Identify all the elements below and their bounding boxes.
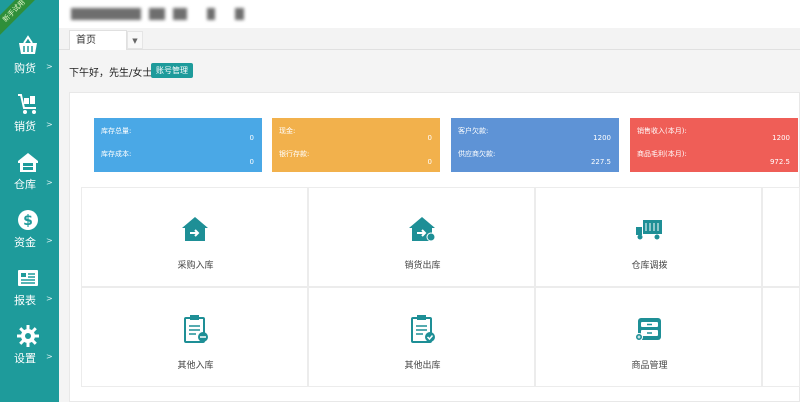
stat-value: 1200 — [772, 134, 790, 142]
cabinet-icon — [635, 318, 661, 341]
top-bar — [59, 0, 800, 28]
tile-label: 其他出库 — [404, 361, 441, 371]
stat-label: 客户欠款: — [458, 127, 489, 135]
sidebar-item-label: 资金 — [14, 236, 36, 249]
chevron-right-icon: > — [46, 352, 53, 361]
tile-product-manage[interactable]: 商品管理 — [535, 287, 762, 387]
truck-icon — [636, 220, 662, 240]
sidebar-item-label: 销货 — [14, 120, 36, 133]
redacted-text — [149, 8, 165, 20]
sidebar: 新手试用 购货 > 销货 > 仓库 > $ 资金 > 报表 > 设置 > — [0, 0, 59, 402]
tile-label: 其他入库 — [177, 361, 214, 371]
main-content: 库存总量: 0 库存成本: 0 现金: 0 银行存款: 0 客户欠款: 1200… — [59, 88, 800, 402]
sidebar-item-warehouse[interactable]: 仓库 > — [0, 144, 59, 202]
stat-value: 0 — [427, 158, 432, 166]
redacted-text — [71, 8, 141, 20]
sidebar-item-reports[interactable]: 报表 > — [0, 260, 59, 318]
tile-partial[interactable] — [762, 187, 800, 287]
dollar-icon: $ — [18, 210, 38, 230]
gear-icon — [17, 325, 39, 347]
redacted-text — [207, 8, 215, 20]
warehouse-icon — [18, 153, 38, 172]
sidebar-item-label: 购货 — [14, 62, 36, 75]
tab-bar: 首页 ▼ — [59, 28, 800, 50]
sidebar-item-label: 报表 — [14, 294, 36, 307]
chevron-right-icon: > — [46, 178, 53, 187]
chevron-right-icon: > — [46, 120, 53, 129]
stat-value: 227.5 — [590, 158, 611, 166]
stat-label: 商品毛利(本月): — [637, 150, 687, 158]
stat-card-debts[interactable]: 客户欠款: 1200 供应商欠款: 227.5 — [451, 118, 619, 172]
clipboard-out-icon — [411, 315, 435, 343]
redacted-text — [235, 8, 244, 20]
sidebar-item-label: 仓库 — [14, 178, 36, 191]
account-manage-button[interactable]: 账号管理 — [151, 63, 193, 78]
tile-label: 仓库调拨 — [631, 261, 668, 271]
stat-label: 现金: — [279, 127, 296, 135]
tile-other-out[interactable]: 其他出库 — [308, 287, 535, 387]
chevron-right-icon: > — [46, 236, 53, 245]
house-in-icon — [182, 217, 208, 241]
tile-label: 销货出库 — [404, 261, 441, 271]
stat-label: 库存成本: — [101, 150, 132, 158]
stat-label: 供应商欠款: — [458, 150, 496, 158]
stat-card-inventory[interactable]: 库存总量: 0 库存成本: 0 — [94, 118, 262, 172]
svg-text:$: $ — [23, 213, 33, 229]
tile-sales-out[interactable]: 销货出库 — [308, 187, 535, 287]
cart-icon — [18, 94, 36, 114]
stat-card-revenue[interactable]: 销售收入(本月): 1200 商品毛利(本月): 972.5 — [630, 118, 798, 172]
house-out-icon — [409, 217, 436, 242]
basket-icon — [19, 35, 37, 54]
tile-partial[interactable] — [762, 287, 800, 387]
stat-value: 1200 — [593, 134, 611, 142]
stat-label: 库存总量: — [101, 127, 132, 135]
stat-value: 972.5 — [769, 158, 790, 166]
stat-label: 银行存款: — [279, 150, 310, 158]
chevron-down-icon[interactable]: ▼ — [127, 31, 143, 49]
stat-label: 销售收入(本月): — [637, 127, 687, 135]
tile-label: 商品管理 — [631, 361, 668, 371]
greeting-text: 下午好，先生/女士 — [69, 68, 153, 79]
sidebar-item-settings[interactable]: 设置 > — [0, 318, 59, 376]
tab-home[interactable]: 首页 — [69, 30, 127, 50]
sidebar-item-funds[interactable]: $ 资金 > — [0, 202, 59, 260]
stat-value: 0 — [427, 134, 432, 142]
chevron-right-icon: > — [46, 62, 53, 71]
clipboard-in-icon — [184, 315, 208, 343]
tile-purchase-in[interactable]: 采购入库 — [81, 187, 308, 287]
sidebar-item-label: 设置 — [14, 352, 36, 365]
redacted-text — [173, 8, 187, 20]
stat-value: 0 — [249, 158, 254, 166]
tile-warehouse-transfer[interactable]: 仓库调拨 — [535, 187, 762, 287]
stat-value: 0 — [249, 134, 254, 142]
tile-other-in[interactable]: 其他入库 — [81, 287, 308, 387]
stat-card-cash[interactable]: 现金: 0 银行存款: 0 — [272, 118, 440, 172]
sidebar-item-sales[interactable]: 销货 > — [0, 86, 59, 144]
greeting-row: 下午好，先生/女士 账号管理 — [59, 50, 800, 88]
dashboard-panel: 库存总量: 0 库存成本: 0 现金: 0 银行存款: 0 客户欠款: 1200… — [69, 92, 800, 402]
chevron-right-icon: > — [46, 294, 53, 303]
report-icon — [18, 270, 38, 286]
sidebar-item-purchase[interactable]: 购货 > — [0, 28, 59, 86]
tile-label: 采购入库 — [177, 261, 214, 271]
